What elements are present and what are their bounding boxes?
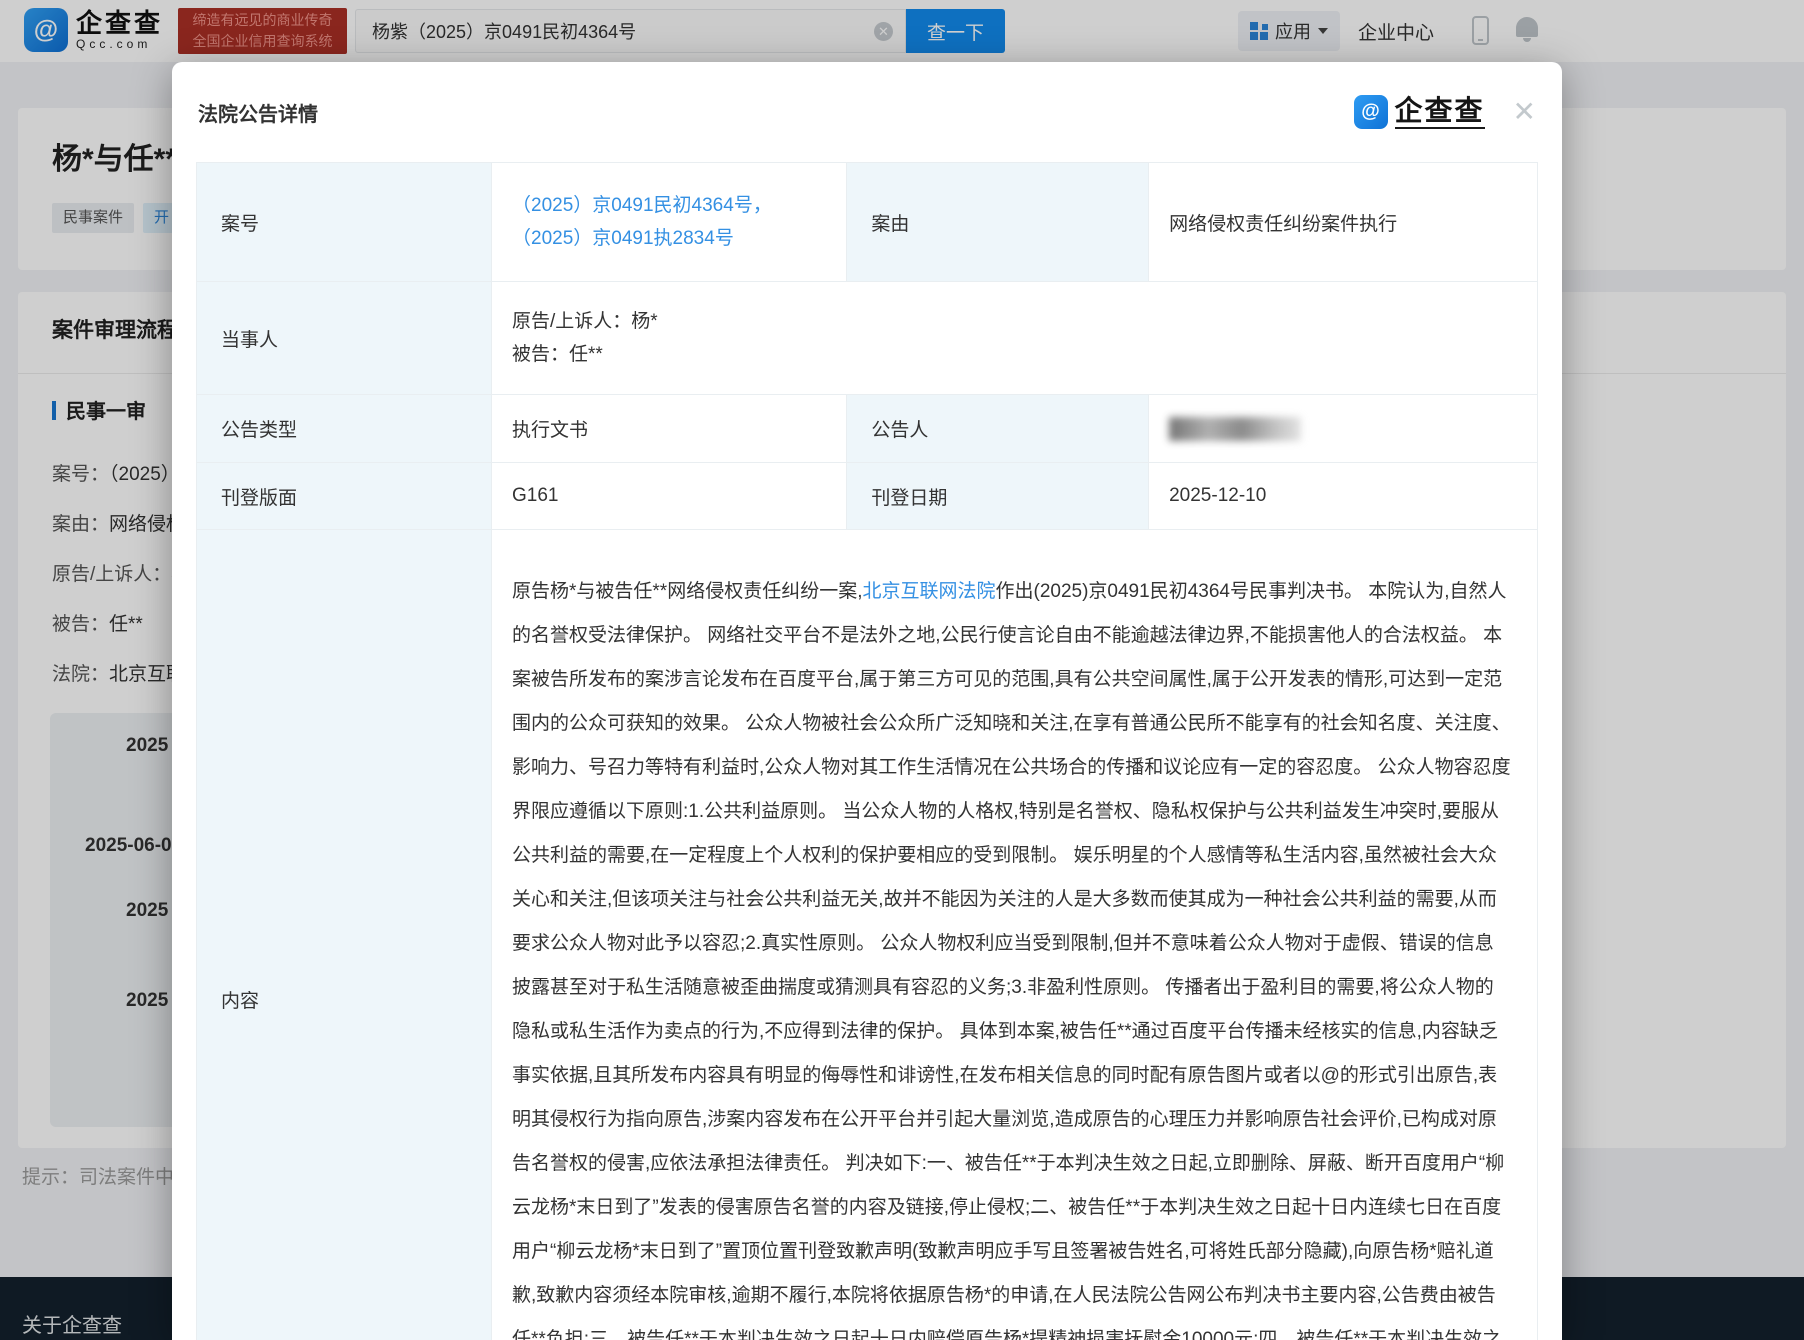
modal-brand: @ 企查查 (1354, 95, 1485, 129)
cause-value: 网络侵权责任纠纷案件执行 (1149, 163, 1538, 282)
content-label: 内容 (197, 530, 492, 1340)
cause-label: 案由 (847, 163, 1149, 282)
qcc-brand-wordmark: 企查查 (1395, 96, 1485, 129)
table-row: 刊登版面 G161 刊登日期 2025-12-10 (197, 463, 1538, 530)
type-label: 公告类型 (197, 395, 492, 463)
case-no-link[interactable]: （2025）京0491民初4364号，（2025）京0491执2834号 (512, 195, 772, 249)
announcer-value (1149, 395, 1538, 463)
party-defendant: 被告：任** (512, 338, 1517, 371)
table-row: 案号 （2025）京0491民初4364号，（2025）京0491执2834号 … (197, 163, 1538, 282)
table-row: 内容 原告杨*与被告任**网络侵权责任纠纷一案,北京互联网法院作出(2025)京… (197, 530, 1538, 1340)
modal-title: 法院公告详情 (198, 98, 318, 127)
content-value: 原告杨*与被告任**网络侵权责任纠纷一案,北京互联网法院作出(2025)京049… (492, 530, 1538, 1340)
close-icon[interactable]: ✕ (1513, 98, 1536, 126)
case-no-value: （2025）京0491民初4364号，（2025）京0491执2834号 (492, 163, 847, 282)
announcement-table: 案号 （2025）京0491民初4364号，（2025）京0491执2834号 … (196, 162, 1538, 1340)
party-value: 原告/上诉人：杨* 被告：任** (492, 282, 1538, 395)
table-row: 当事人 原告/上诉人：杨* 被告：任** (197, 282, 1538, 395)
announcer-label: 公告人 (847, 395, 1149, 463)
type-value: 执行文书 (492, 395, 847, 463)
court-announcement-modal: 法院公告详情 @ 企查查 ✕ 案号 （2025）京0491民初4364号，（20… (172, 62, 1562, 1340)
party-plaintiff: 原告/上诉人：杨* (512, 305, 1517, 338)
date-value: 2025-12-10 (1149, 463, 1538, 530)
content-text-before: 原告杨*与被告任**网络侵权责任纠纷一案, (512, 581, 862, 602)
court-link[interactable]: 北京互联网法院 (862, 581, 995, 602)
content-text-after: 作出(2025)京0491民初4364号民事判决书。 本院认为,自然人的名誉权受… (512, 581, 1511, 1340)
redacted-blur (1169, 417, 1301, 441)
party-label: 当事人 (197, 282, 492, 395)
page-label: 刊登版面 (197, 463, 492, 530)
case-no-label: 案号 (197, 163, 492, 282)
page-value: G161 (492, 463, 847, 530)
modal-header: 法院公告详情 @ 企查查 ✕ (172, 62, 1562, 162)
table-row: 公告类型 执行文书 公告人 (197, 395, 1538, 463)
qcc-brand-icon: @ (1354, 95, 1388, 129)
date-label: 刊登日期 (847, 463, 1149, 530)
